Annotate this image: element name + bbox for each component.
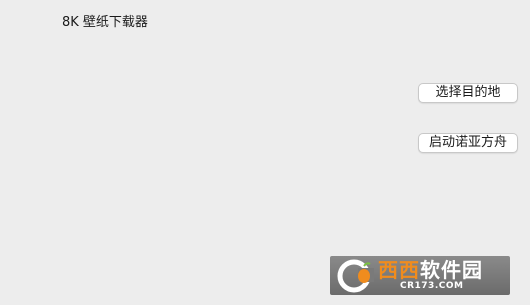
watermark-brand-white: 软件园 <box>420 258 483 282</box>
watermark-logo: 西西软件园 CR173.COM <box>330 256 510 295</box>
watermark-brand: 西西软件园 <box>378 259 483 281</box>
app-title: 8K 壁纸下载器 <box>62 15 148 30</box>
watermark-brand-orange: 西西 <box>378 258 420 282</box>
watermark-domain: CR173.COM <box>400 281 464 291</box>
select-destination-button[interactable]: 选择目的地 <box>418 83 518 103</box>
start-noah-ark-button[interactable]: 启动诺亚方舟 <box>418 133 518 153</box>
cr173-logo-icon <box>337 259 374 293</box>
